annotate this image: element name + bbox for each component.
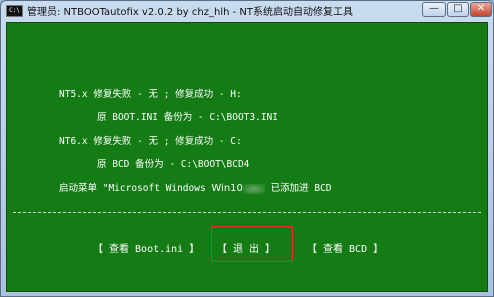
boot-menu-os-name: Win10 bbox=[211, 183, 243, 194]
app-window: C:\ 管理员: NTBOOTautofix v2.0.2 by chz_hlh… bbox=[0, 0, 494, 297]
nt5-backup-line: 原 BOOT.INI 备份为 - C:\BOOT3.INI bbox=[97, 112, 278, 123]
nt5-status-line: NT5.x 修复失败 - 无 ; 修复成功 - H: bbox=[59, 89, 242, 100]
exit-button[interactable]: 【 退 出 】 bbox=[217, 240, 275, 255]
title-bar[interactable]: C:\ 管理员: NTBOOTautofix v2.0.2 by chz_hlh… bbox=[1, 1, 493, 19]
dashed-divider bbox=[13, 212, 481, 213]
boot-menu-line: 启动菜单 "Microsoft Windows Win10 已添加进 BCD bbox=[59, 180, 332, 194]
view-bcd-button[interactable]: 【 查看 BCD 】 bbox=[307, 240, 383, 255]
console-icon[interactable]: C:\ bbox=[6, 5, 23, 17]
nt6-backup-line: 原 BCD 备份为 - C:\BOOT\BCD4 bbox=[97, 159, 250, 170]
minimize-button[interactable]: — bbox=[422, 2, 446, 17]
view-boot-ini-button[interactable]: 【 查看 Boot.ini 】 bbox=[93, 240, 199, 255]
boot-menu-prefix: 启动菜单 "Microsoft Windows bbox=[59, 183, 212, 194]
console-area: NT5.x 修复失败 - 无 ; 修复成功 - H: 原 BOOT.INI 备份… bbox=[6, 22, 488, 292]
close-button[interactable]: ✕ bbox=[470, 2, 492, 17]
nt6-status-line: NT6.x 修复失败 - 无 ; 修复成功 - C: bbox=[59, 136, 242, 147]
maximize-button[interactable]: □ bbox=[447, 2, 469, 17]
window-title: 管理员: NTBOOTautofix v2.0.2 by chz_hlh - N… bbox=[27, 7, 353, 18]
blurred-region bbox=[242, 183, 265, 194]
boot-menu-suffix: 已添加进 BCD bbox=[264, 183, 332, 194]
